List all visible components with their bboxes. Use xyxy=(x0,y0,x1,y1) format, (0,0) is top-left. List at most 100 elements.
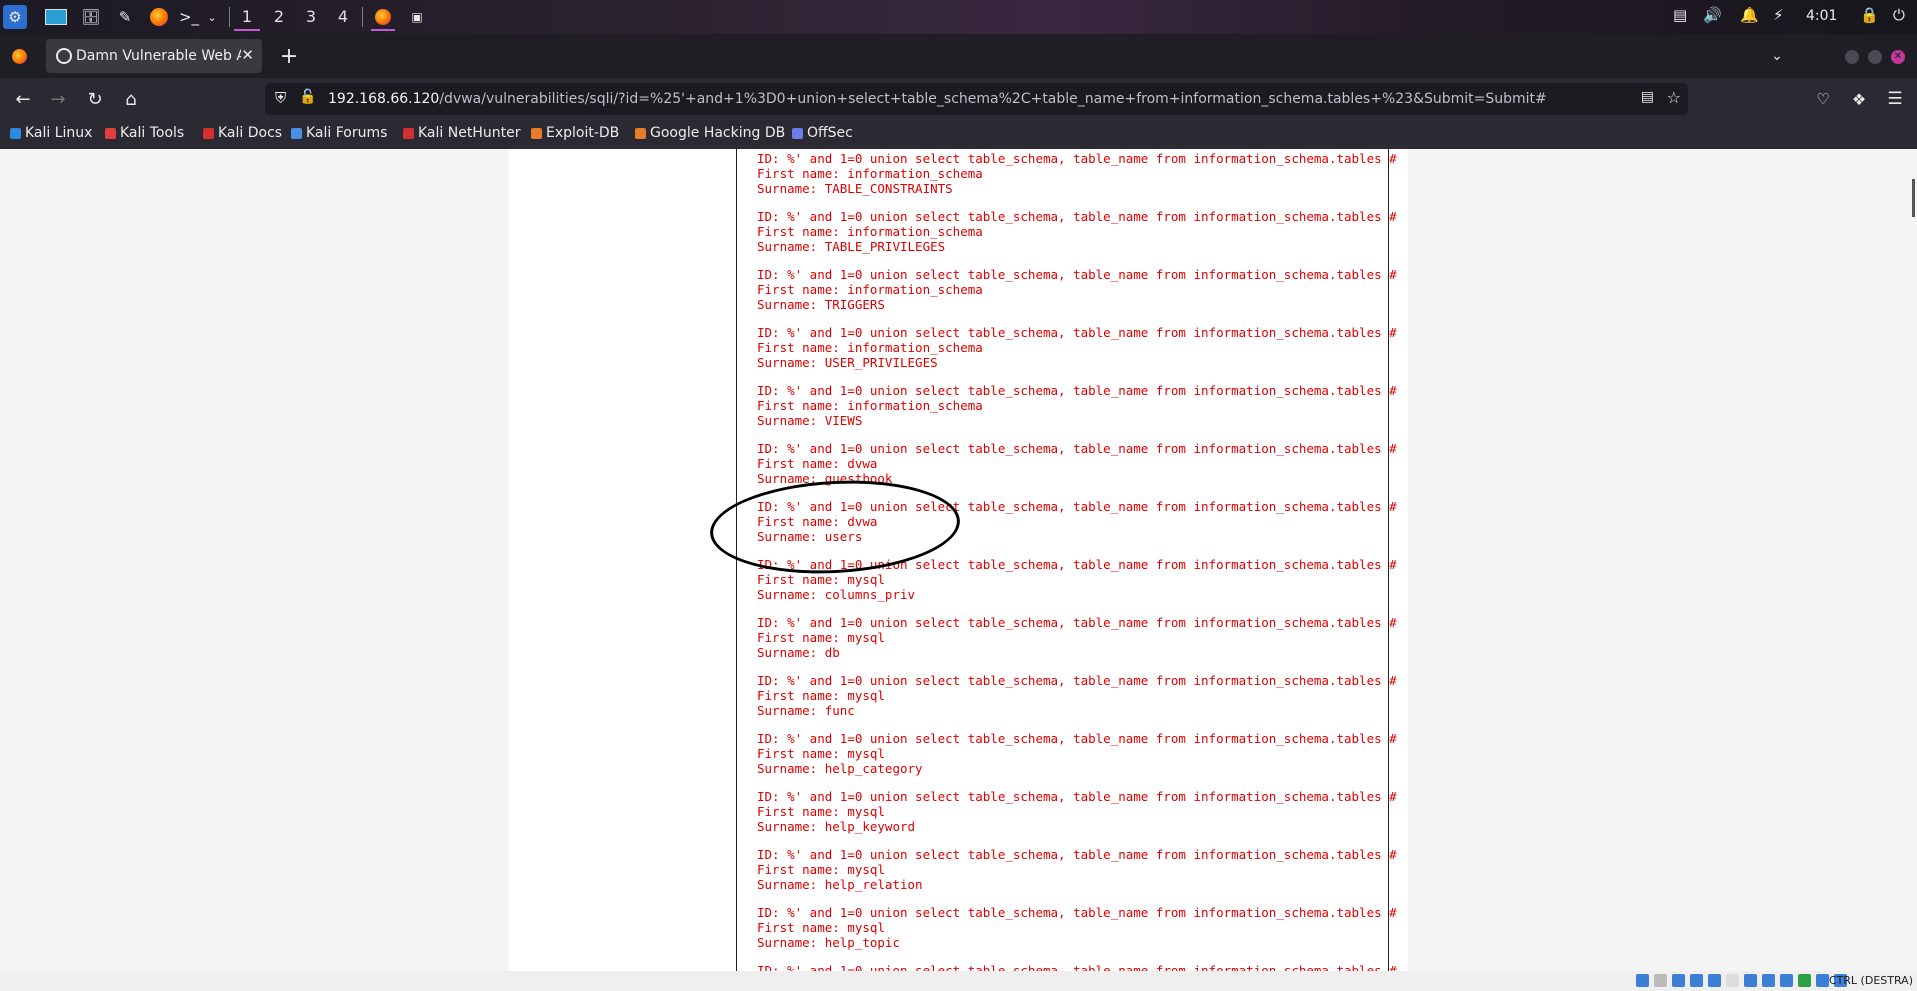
vm-status-icon xyxy=(1816,974,1829,987)
vm-status-bar: CTRL (DESTRA) xyxy=(0,971,1917,991)
bookmark-star-icon[interactable]: ☆ xyxy=(1667,88,1681,107)
url-text[interactable]: 192.168.66.120/dvwa/vulnerabilities/sqli… xyxy=(328,91,1547,107)
reload-button[interactable]: ↻ xyxy=(82,86,108,112)
lock-icon[interactable]: 🔒 xyxy=(1860,6,1879,24)
kali-forums-icon xyxy=(291,127,302,139)
tab-favicon-icon xyxy=(56,48,72,64)
kali-linux-icon xyxy=(10,127,21,139)
result-block: ID: %' and 1=0 union select table_schema… xyxy=(757,731,1477,789)
page-viewport[interactable]: ID: %' and 1=0 union select table_schema… xyxy=(0,149,1917,971)
tab-dvwa[interactable]: Damn Vulnerable Web Ap ✕ xyxy=(46,39,262,73)
close-tab-icon[interactable]: ✕ xyxy=(241,46,254,64)
result-first-name-line: First name: information_schema xyxy=(757,340,983,356)
shield-icon[interactable]: ⛨ xyxy=(275,89,286,107)
result-id-line: ID: %' and 1=0 union select table_schema… xyxy=(757,151,1397,166)
result-surname-line: Surname: VIEWS xyxy=(757,413,863,429)
result-first-name-line: First name: information_schema xyxy=(757,224,983,240)
result-first-name-line: First name: information_schema xyxy=(757,282,983,298)
workspace-2[interactable]: 2 xyxy=(266,5,292,29)
result-block: ID: %' and 1=0 union select table_schema… xyxy=(757,615,1477,673)
result-surname-line: Surname: TRIGGERS xyxy=(757,297,885,313)
notifications-icon[interactable]: 🔔 xyxy=(1740,6,1759,24)
bookmark-kali-tools[interactable]: Kali Tools xyxy=(105,125,184,141)
result-first-name-line: First name: dvwa xyxy=(757,456,878,472)
forward-button[interactable]: → xyxy=(45,86,71,112)
result-first-name-line: First name: mysql xyxy=(757,630,885,646)
bookmark-exploit-db[interactable]: Exploit-DB xyxy=(531,125,619,141)
battery-icon[interactable]: ⚡ xyxy=(1773,6,1784,24)
result-surname-line: Surname: columns_priv xyxy=(757,587,916,603)
nav-bar: ← → ↻ ⌂ ⛨ 🔓 192.168.66.120/dvwa/vulnerab… xyxy=(0,78,1917,120)
power-icon[interactable]: ⏻ xyxy=(1893,6,1905,24)
result-surname-line: Surname: db xyxy=(757,645,840,661)
result-block: ID: %' and 1=0 union select table_schema… xyxy=(757,905,1477,963)
result-surname-line: Surname: TABLE_PRIVILEGES xyxy=(757,239,946,255)
result-block: ID: %' and 1=0 union select table_schema… xyxy=(757,383,1477,441)
google-hacking-db-icon xyxy=(635,127,646,139)
home-button[interactable]: ⌂ xyxy=(118,86,144,112)
workspace-3[interactable]: 3 xyxy=(298,5,324,29)
vm-status-icon xyxy=(1762,974,1775,987)
bookmark-kali-docs[interactable]: Kali Docs xyxy=(203,125,282,141)
result-first-name-line: First name: mysql xyxy=(757,804,885,820)
url-bar[interactable]: ⛨ 🔓 192.168.66.120/dvwa/vulnerabilities/… xyxy=(265,83,1688,115)
result-id-line: ID: %' and 1=0 union select table_schema… xyxy=(757,383,1397,398)
tab-bar: Damn Vulnerable Web Ap ✕ + ⌄ ✕ xyxy=(0,34,1917,78)
back-button[interactable]: ← xyxy=(10,86,36,112)
bookmark-offsec[interactable]: OffSec xyxy=(792,125,853,141)
network-icon[interactable]: ▤ xyxy=(1673,6,1687,24)
page-scrollbar[interactable] xyxy=(1912,179,1915,217)
workspace-4[interactable]: 4 xyxy=(330,5,356,29)
result-surname-line: Surname: help_relation xyxy=(757,877,923,893)
text-editor-icon[interactable]: ✎ xyxy=(113,5,137,29)
result-block: ID: %' and 1=0 union select table_schema… xyxy=(757,325,1477,383)
result-surname-line: Surname: help_category xyxy=(757,761,923,777)
bookmark-kali-forums[interactable]: Kali Forums xyxy=(291,125,387,141)
result-id-line: ID: %' and 1=0 union select table_schema… xyxy=(757,615,1397,630)
bookmark-kali-linux[interactable]: Kali Linux xyxy=(10,125,92,141)
close-window-button[interactable]: ✕ xyxy=(1885,44,1911,70)
vm-status-icon xyxy=(1726,974,1739,987)
extensions-icon[interactable]: ❖ xyxy=(1846,86,1872,112)
pocket-icon[interactable]: ♡ xyxy=(1810,86,1836,112)
list-tabs-icon[interactable]: ⌄ xyxy=(1764,43,1790,69)
menu-icon[interactable]: ☰ xyxy=(1882,86,1908,112)
bookmarks-toolbar: Kali Linux Kali Tools Kali Docs Kali For… xyxy=(0,120,1917,149)
firefox-icon[interactable] xyxy=(147,5,171,29)
result-id-line: ID: %' and 1=0 union select table_schema… xyxy=(757,441,1397,456)
volume-icon[interactable]: 🔊 xyxy=(1703,6,1722,24)
result-first-name-line: First name: mysql xyxy=(757,572,885,588)
host-key-label: CTRL (DESTRA) xyxy=(1828,974,1913,987)
new-tab-button[interactable]: + xyxy=(276,43,302,69)
workspace-1[interactable]: 1 xyxy=(234,5,260,31)
result-block: ID: %' and 1=0 union select table_schema… xyxy=(757,789,1477,847)
firefox-view-icon[interactable] xyxy=(6,43,32,69)
result-id-line: ID: %' and 1=0 union select table_schema… xyxy=(757,847,1397,862)
bookmark-google-hacking-db[interactable]: Google Hacking DB xyxy=(635,125,785,141)
firefox-window-icon[interactable] xyxy=(371,5,395,31)
tab-title: Damn Vulnerable Web Ap xyxy=(76,48,241,64)
desktop-icon[interactable] xyxy=(44,5,68,29)
insecure-lock-icon[interactable]: 🔓 xyxy=(299,89,316,105)
result-block: ID: %' and 1=0 union select table_schema… xyxy=(757,673,1477,731)
file-manager-icon[interactable]: 🗄 xyxy=(79,5,103,29)
chevron-down-icon[interactable]: ⌄ xyxy=(200,5,224,29)
terminal-icon[interactable]: >_ xyxy=(177,5,201,29)
terminal-window-icon[interactable]: ▣ xyxy=(405,5,429,29)
exploit-db-icon xyxy=(531,127,542,139)
result-first-name-line: First name: mysql xyxy=(757,688,885,704)
result-surname-line: Surname: TABLE_CONSTRAINTS xyxy=(757,181,953,197)
clock[interactable]: 4:01 xyxy=(1806,8,1837,24)
vm-status-icon xyxy=(1636,974,1649,987)
result-first-name-line: First name: information_schema xyxy=(757,166,983,182)
offsec-icon xyxy=(792,127,803,139)
vm-status-icon xyxy=(1744,974,1757,987)
kali-menu-icon[interactable]: ⚙ xyxy=(3,5,27,29)
result-first-name-line: First name: mysql xyxy=(757,920,885,936)
reader-view-icon[interactable]: ▤ xyxy=(1641,89,1654,105)
result-first-name-line: First name: information_schema xyxy=(757,398,983,414)
result-id-line: ID: %' and 1=0 union select table_schema… xyxy=(757,267,1397,282)
vm-status-icon xyxy=(1798,974,1811,987)
taskbar-separator xyxy=(229,7,230,27)
bookmark-kali-nethunter[interactable]: Kali NetHunter xyxy=(403,125,520,141)
